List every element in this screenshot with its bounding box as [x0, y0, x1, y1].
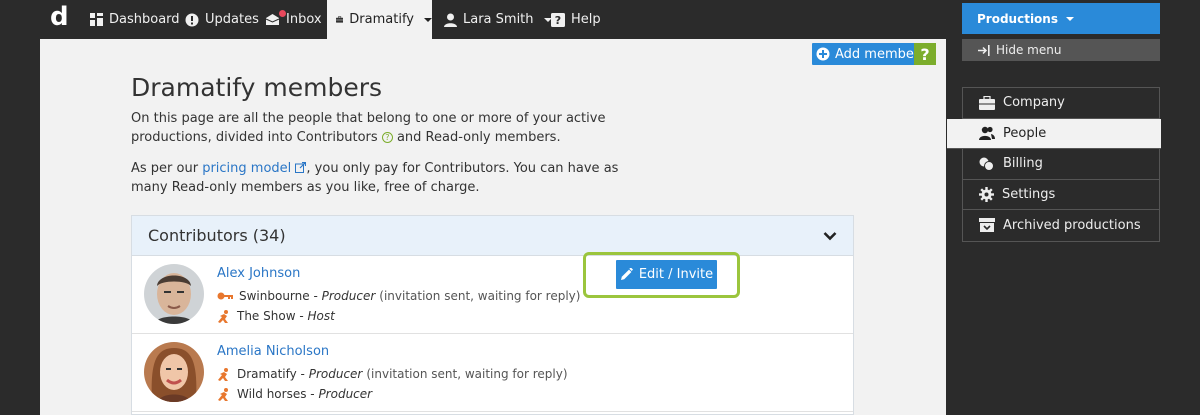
collapse-icon — [978, 44, 990, 56]
productions-dropdown[interactable]: Productions — [962, 3, 1160, 34]
dramatify-logo[interactable]: d — [50, 2, 69, 32]
person-run-icon — [218, 387, 228, 401]
archive-icon — [979, 218, 995, 233]
chevron-down-icon[interactable] — [823, 231, 837, 241]
sidebar-item-label: Settings — [1002, 186, 1056, 202]
gear-icon — [979, 186, 994, 202]
member-role: Swinbourne - Producer (invitation sent, w… — [217, 289, 580, 303]
person-run-icon — [218, 309, 228, 323]
svg-text:?: ? — [555, 14, 561, 27]
sidebar-item-label: Billing — [1003, 156, 1043, 172]
page-title: Dramatify members — [131, 73, 383, 102]
contributors-title: Contributors (34) — [148, 226, 286, 245]
intro-text: On this page are all the people that bel… — [131, 109, 651, 147]
plus-circle-icon — [816, 47, 830, 61]
member-role: Wild horses - Producer — [217, 387, 372, 401]
inbox-icon — [265, 14, 280, 25]
nav-dashboard-label: Dashboard — [109, 12, 180, 27]
chevron-down-icon — [424, 17, 432, 22]
productions-label: Productions — [977, 11, 1058, 26]
member-row: Amelia Nicholson Dramatify - Producer (in… — [132, 334, 853, 412]
dashboard-icon — [90, 13, 103, 26]
invitation-note: (invitation sent, waiting for reply) — [366, 367, 568, 381]
production-name: Wild horses — [237, 387, 307, 401]
hide-menu-label: Hide menu — [996, 43, 1062, 57]
role-name: Producer — [318, 387, 373, 401]
coins-icon — [979, 157, 994, 171]
sidebar-item-settings[interactable]: Settings — [963, 180, 1159, 210]
page-help-button[interactable]: ? — [914, 43, 936, 65]
add-member-button[interactable]: Add member — [812, 43, 926, 65]
people-icon — [979, 127, 995, 141]
role-name: Host — [307, 309, 335, 323]
briefcase-icon — [979, 95, 995, 110]
nav-dashboard[interactable]: Dashboard — [90, 0, 180, 39]
updates-icon — [185, 13, 199, 26]
key-icon — [217, 292, 233, 300]
production-name: Swinbourne — [239, 289, 310, 303]
intro-text-b: and Read-only members. — [392, 130, 561, 145]
avatar — [144, 264, 204, 324]
sidebar-item-people[interactable]: People — [947, 118, 1161, 149]
chevron-down-icon — [1065, 16, 1074, 21]
nav-dramatify[interactable]: Dramatify — [327, 0, 432, 39]
pricing-text: As per our pricing model , you only pay … — [131, 159, 651, 197]
nav-help-label: Help — [571, 12, 601, 27]
nav-help[interactable]: ? Help — [551, 0, 601, 39]
production-name: The Show — [237, 309, 296, 323]
edit-invite-button[interactable]: Edit / Invite — [616, 260, 717, 289]
inbox-badge — [279, 10, 286, 17]
sidebar-item-label: People — [1003, 125, 1047, 141]
sidebar-item-billing[interactable]: Billing — [963, 149, 1159, 180]
production-name: Dramatify — [237, 367, 297, 381]
external-link-icon — [295, 162, 307, 173]
pencil-icon — [620, 268, 633, 280]
edit-invite-label: Edit / Invite — [638, 267, 714, 282]
sidebar-item-company[interactable]: Company — [963, 88, 1159, 119]
pricing-model-link[interactable]: pricing model — [202, 161, 291, 176]
member-role: Dramatify - Producer (invitation sent, wa… — [217, 367, 568, 381]
settings-menu: Company People Billing Settings Archived… — [947, 87, 1161, 242]
sidebar-item-label: Company — [1003, 95, 1065, 111]
add-member-label: Add member — [835, 46, 920, 62]
sidebar-item-archived[interactable]: Archived productions — [963, 210, 1159, 241]
main-content: Add member ? Dramatify members On this p… — [40, 39, 946, 415]
avatar — [144, 342, 204, 402]
briefcase-icon — [336, 16, 344, 23]
member-row: Alex Johnson Swinbourne - Producer (invit… — [132, 256, 853, 334]
nav-user-label: Lara Smith — [463, 12, 534, 27]
contributors-panel-header[interactable]: Contributors (34) — [132, 216, 853, 256]
member-role: The Show - Host — [217, 309, 335, 323]
nav-user[interactable]: Lara Smith — [444, 0, 552, 39]
role-name: Producer — [308, 367, 363, 381]
nav-inbox-label: Inbox — [286, 12, 322, 27]
user-icon — [444, 13, 457, 27]
role-name: Producer — [321, 289, 376, 303]
member-name-link[interactable]: Alex Johnson — [217, 266, 300, 281]
nav-updates[interactable]: Updates — [185, 0, 259, 39]
invitation-note: (invitation sent, waiting for reply) — [379, 289, 581, 303]
edit-invite-highlight: Edit / Invite — [583, 252, 740, 298]
nav-inbox[interactable]: Inbox — [265, 0, 322, 39]
person-run-icon — [218, 367, 228, 381]
pricing-text-a: As per our — [131, 161, 203, 176]
question-icon[interactable]: ? — [381, 132, 393, 143]
nav-updates-label: Updates — [205, 12, 259, 27]
hide-menu-button[interactable]: Hide menu — [962, 39, 1160, 61]
help-icon: ? — [551, 12, 565, 27]
member-name-link[interactable]: Amelia Nicholson — [217, 344, 329, 359]
sidebar-item-label: Archived productions — [1003, 217, 1141, 233]
nav-dramatify-label: Dramatify — [349, 12, 414, 27]
contributors-panel: Contributors (34) Alex Johnson Swinbourn… — [131, 215, 854, 415]
